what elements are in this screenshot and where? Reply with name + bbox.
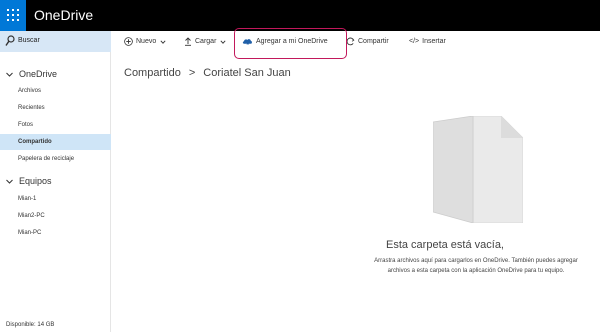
embed-label: Insertar bbox=[422, 38, 446, 45]
breadcrumb-separator: > bbox=[188, 67, 196, 79]
empty-folder-title: Esta carpeta está vacía, bbox=[385, 239, 504, 251]
breadcrumb-root[interactable]: Compartido bbox=[124, 67, 181, 79]
share-label: Compartir bbox=[358, 38, 389, 45]
new-button[interactable]: Nuevo bbox=[124, 31, 169, 52]
sidebar-item-device[interactable]: Mian2-PC bbox=[0, 208, 111, 224]
onedrive-window: OneDrive Buscar Nuevo Cargar Agregar a m… bbox=[0, 0, 600, 332]
search-icon bbox=[5, 35, 15, 46]
app-title[interactable]: OneDrive bbox=[34, 7, 93, 23]
sidebar-item-fotos[interactable]: Fotos bbox=[0, 117, 111, 133]
upload-button[interactable]: Cargar bbox=[184, 31, 229, 52]
nav-section-label: Equipos bbox=[19, 176, 52, 186]
share-icon bbox=[346, 37, 355, 46]
storage-quota: Disponible: 14 GB bbox=[6, 322, 55, 328]
nav-section-equipos[interactable]: Equipos bbox=[0, 173, 111, 189]
nav-section-label: OneDrive bbox=[19, 69, 58, 79]
search-box[interactable]: Buscar bbox=[0, 31, 111, 52]
sidebar-item-archivos[interactable]: Archivos bbox=[0, 83, 111, 99]
new-label: Nuevo bbox=[136, 38, 157, 45]
sidebar-item-recientes[interactable]: Recientes bbox=[0, 100, 111, 116]
chevron-down-icon bbox=[220, 39, 226, 44]
sidebar: OneDrive Archivos Recientes Fotos Compar… bbox=[0, 52, 111, 332]
highlight-box bbox=[234, 28, 347, 59]
upload-icon bbox=[185, 37, 191, 46]
search-label: Buscar bbox=[18, 37, 40, 44]
embed-button[interactable]: </> Insertar bbox=[409, 31, 446, 52]
sidebar-item-device[interactable]: Mian-1 bbox=[0, 191, 111, 207]
sidebar-item-compartido[interactable]: Compartido bbox=[0, 134, 111, 150]
sidebar-item-papelera[interactable]: Papelera de reciclaje bbox=[0, 151, 111, 167]
plus-icon bbox=[124, 37, 133, 46]
chevron-down-icon bbox=[160, 39, 166, 44]
waffle-icon[interactable] bbox=[0, 0, 26, 31]
app-bar: OneDrive bbox=[0, 0, 600, 31]
chevron-down-icon bbox=[6, 72, 13, 77]
breadcrumb-current: Coriatel San Juan bbox=[203, 67, 291, 79]
breadcrumb: Compartido > Coriatel San Juan bbox=[124, 67, 291, 79]
folder-icon bbox=[433, 116, 523, 223]
nav-section-onedrive[interactable]: OneDrive bbox=[0, 66, 111, 82]
upload-label: Cargar bbox=[195, 38, 217, 45]
embed-icon: </> bbox=[409, 38, 420, 45]
empty-folder-description: Arrastra archivos aquí para cargarlos en… bbox=[374, 258, 578, 274]
sidebar-item-device[interactable]: Mian-PC bbox=[0, 225, 111, 241]
share-button[interactable]: Compartir bbox=[346, 31, 389, 52]
chevron-down-icon bbox=[6, 179, 13, 184]
